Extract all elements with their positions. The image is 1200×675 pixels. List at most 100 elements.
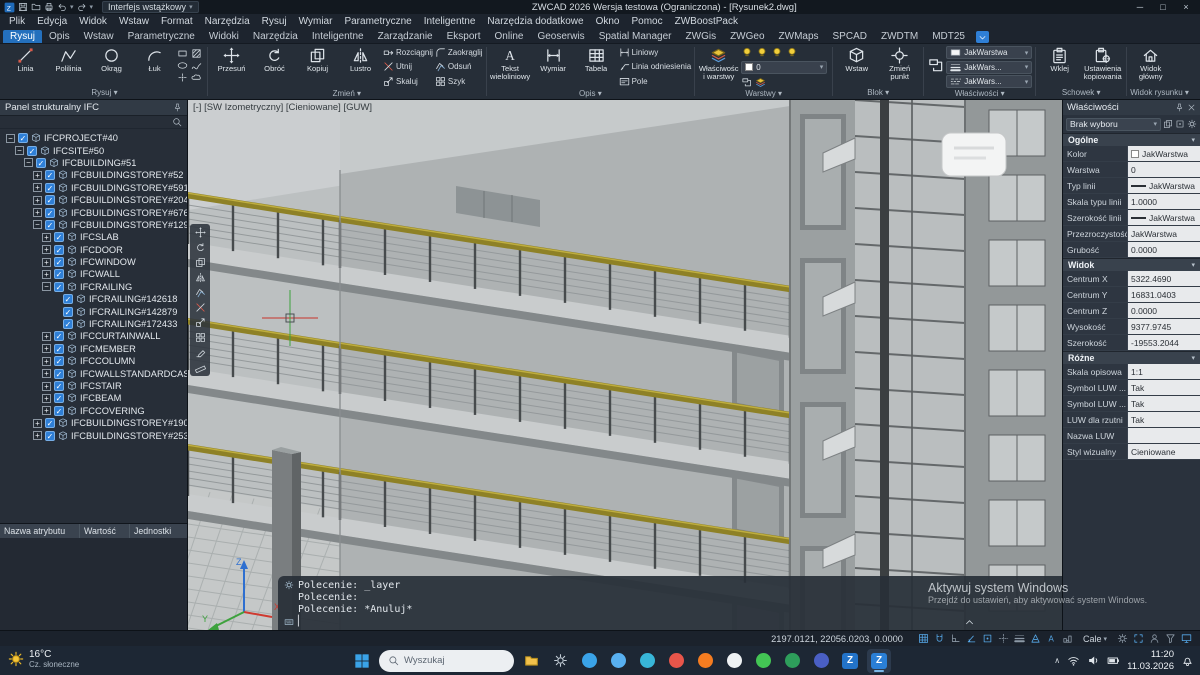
visibility-checkbox[interactable]: ✓ [54,381,64,391]
ribbon-zaokrąglij[interactable]: Zaokrąglij [435,46,483,59]
property-value-wysokość[interactable]: 9377.9745 [1127,319,1200,334]
ribbon-lustro[interactable]: Lustro [340,45,381,73]
visibility-checkbox[interactable]: ✓ [45,431,55,441]
taskbar-app-whatsapp[interactable] [751,649,775,673]
tree-item-ifcrailing[interactable]: −✓IFCRAILING [3,281,187,293]
tree-expander[interactable]: + [33,196,42,205]
tab-overflow-button[interactable] [976,31,989,43]
visibility-checkbox[interactable]: ✓ [54,257,64,267]
volume-icon[interactable] [1087,654,1100,667]
tree-expander[interactable]: − [15,146,24,155]
tree-expander[interactable]: + [42,245,51,254]
ribbon-kopiuj[interactable]: Kopiuj [297,45,338,73]
tree-expander[interactable]: + [33,183,42,192]
layer-dropdown[interactable]: 0▾ [741,61,827,74]
ribbon-tab-spatial-manager[interactable]: Spatial Manager [592,30,679,43]
menu-zwboostpack[interactable]: ZWBoostPack [669,15,744,28]
tree-item-ifcbuildingstorey-67627[interactable]: +✓IFCBUILDINGSTOREY#67627 [3,206,187,218]
tree-item-ifcbuildingstorey-190810[interactable]: +✓IFCBUILDINGSTOREY#190810 [3,417,187,429]
menu-wymiar[interactable]: Wymiar [293,15,339,28]
clock[interactable]: 11:20 11.03.2026 [1127,649,1174,672]
menu-narzędzia-dodatkowe[interactable]: Narzędzia dodatkowe [481,15,589,28]
ribbon-obróć[interactable]: Obróć [254,45,295,73]
ribbon-tab-rysuj[interactable]: Rysuj [3,30,42,43]
tree-item-ifcwallstandardcase[interactable]: +✓IFCWALLSTANDARDCASE [3,367,187,379]
ribbon-tab-zwgeo[interactable]: ZWGeo [723,30,771,43]
tree-item-ifccolumn[interactable]: +✓IFCCOLUMN [3,355,187,367]
command-input[interactable]: ▏ [284,615,1056,628]
visibility-checkbox[interactable]: ✓ [63,319,73,329]
taskbar-app-photos[interactable] [606,649,630,673]
property-value-skala-opisowa[interactable]: 1:1 [1127,364,1200,379]
print-button[interactable] [44,2,54,12]
ribbon-rozciągnij[interactable]: Rozciągnij [383,46,433,59]
save-button[interactable] [18,2,28,12]
menu-wstaw[interactable]: Wstaw [113,15,155,28]
menu-inteligentne[interactable]: Inteligentne [418,15,482,28]
visibility-checkbox[interactable]: ✓ [63,294,73,304]
tree-expander[interactable]: + [33,208,42,217]
ribbon-tab-online[interactable]: Online [488,30,531,43]
taskbar-app-edge[interactable] [635,649,659,673]
vp-tool-rotate[interactable] [195,242,206,253]
ribbon-tab-zwmaps[interactable]: ZWMaps [772,30,826,43]
ribbon-ustawienia-kopiowania-i-wklejania[interactable]: Ustawienia kopiowania i wklejania [1082,45,1123,82]
ribbon-polilinia[interactable]: Polilinia [48,45,89,73]
taskbar-app-teams[interactable] [809,649,833,673]
tree-item-ifcbuildingstorey-52[interactable]: +✓IFCBUILDINGSTOREY#52 [3,169,187,181]
taskbar-app-settings[interactable] [548,649,572,673]
visibility-checkbox[interactable]: ✓ [45,183,55,193]
ribbon-group-label[interactable]: Właściwości ▾ [927,89,1032,99]
ribbon-ellipse-icon[interactable] [177,60,190,71]
visibility-checkbox[interactable]: ✓ [36,158,46,168]
ribbon-tab-narzędzia[interactable]: Narzędzia [246,30,305,43]
ribbon-wstaw[interactable]: Wstaw [836,45,877,73]
taskbar-app-zwcad[interactable]: Z [838,649,862,673]
menu-format[interactable]: Format [155,15,199,28]
tree-item-ifccurtainwall[interactable]: +✓IFCCURTAINWALL [3,330,187,342]
status-ortho-toggle[interactable] [950,633,961,644]
ribbon-tab-inteligentne[interactable]: Inteligentne [305,30,371,43]
ribbon-utnij[interactable]: Utnij [383,60,433,73]
ribbon-tab-parametryczne[interactable]: Parametryczne [121,30,202,43]
tree-item-ifcmember[interactable]: +✓IFCMEMBER [3,343,187,355]
property-value-grubość[interactable]: 0.0000 [1127,242,1200,257]
ribbon-łuk[interactable]: Łuk [134,45,175,73]
tree-expander[interactable]: + [42,382,51,391]
tree-item-ifcwindow[interactable]: +✓IFCWINDOW [3,256,187,268]
visibility-checkbox[interactable]: ✓ [54,282,64,292]
taskbar-app-excel[interactable] [780,649,804,673]
minimize-button[interactable]: ─ [1130,2,1150,12]
ribbon-liniowy[interactable]: Liniowy [619,46,692,59]
hidden-icons-chevron[interactable]: ∧ [1054,656,1060,665]
visibility-checkbox[interactable]: ✓ [45,208,55,218]
start-button[interactable] [350,649,374,673]
properties-pin-icon[interactable] [1175,103,1184,112]
property-value-przezroczystość[interactable]: JakWarstwa [1127,226,1200,241]
menu-parametryczne[interactable]: Parametryczne [338,15,417,28]
ribbon-group-label[interactable]: Warstwy ▾ [698,89,829,99]
visibility-checkbox[interactable]: ✓ [54,344,64,354]
vp-tool-copy[interactable] [195,257,206,268]
viewport[interactable]: ZXY [-] [SW Izometryczny] [Cieniowane] [… [188,100,1062,630]
tree-item-ifcbuildingstorey-129238[interactable]: −✓IFCBUILDINGSTOREY#129238 [3,219,187,231]
ribbon-group-label[interactable]: Rysuj ▾ [5,88,204,98]
status-otrack-toggle[interactable] [998,633,1009,644]
property-value-centrum-x[interactable]: 5322.4690 [1127,271,1200,286]
vp-tool-measure[interactable] [195,362,206,373]
status-annot-toggle[interactable]: A [1046,633,1057,644]
taskbar-app-zwcad-active[interactable]: Z [867,649,891,673]
ribbon-linia-odniesienia[interactable]: Linia odniesienia [619,60,692,73]
ribbon-widok-główny[interactable]: Widok główny [1130,45,1171,82]
undo-dropdown-caret[interactable]: ▾ [70,3,74,11]
tree-item-ifcstair[interactable]: +✓IFCSTAIR [3,380,187,392]
tree-expander[interactable]: − [42,282,51,291]
interface-style-dropdown[interactable]: Interfejs wstążkowy▾ [102,1,199,13]
section-header-ogólne[interactable]: Ogólne▾ [1063,133,1200,146]
property-value-luw-dla-rzutni[interactable]: Tak [1127,412,1200,427]
tree-item-ifccovering[interactable]: +✓IFCCOVERING [3,405,187,417]
tree-item-ifcrailing-172433[interactable]: ✓IFCRAILING#172433 [3,318,187,330]
visibility-checkbox[interactable]: ✓ [54,406,64,416]
property-value-szerokość[interactable]: -19553.2044 [1127,335,1200,350]
tree-expander[interactable]: + [42,357,51,366]
